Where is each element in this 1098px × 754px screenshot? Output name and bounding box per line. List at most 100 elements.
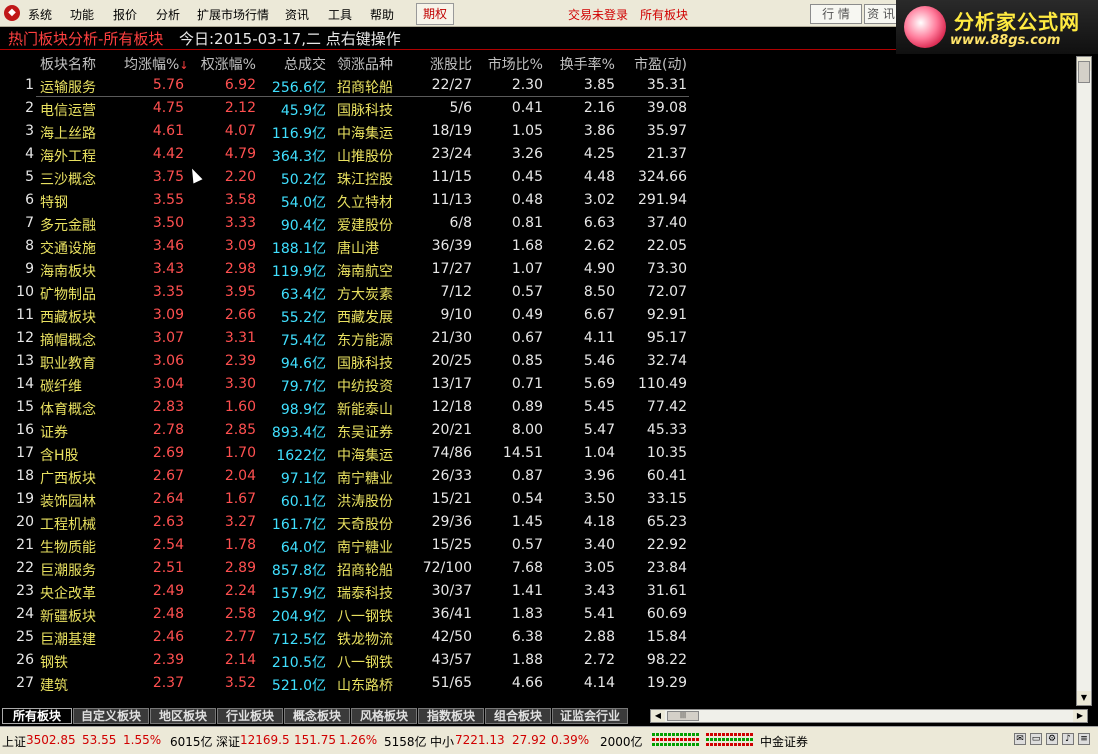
table-row[interactable]: 7 多元金融 3.50 3.33 90.4亿 爱建股份 6/8 0.81 6.63 37.40 xyxy=(0,212,1076,235)
leading-stock[interactable]: 爱建股份 xyxy=(337,215,393,235)
leading-stock[interactable]: 中海集运 xyxy=(337,123,393,143)
col-header-weighted-change[interactable]: 权涨幅% xyxy=(186,54,256,74)
leading-stock[interactable]: 南宁糖业 xyxy=(337,468,393,488)
tab-concept-sectors[interactable]: 概念板块 xyxy=(284,708,350,724)
leading-stock[interactable]: 新能泰山 xyxy=(337,399,393,419)
leading-stock[interactable]: 东方能源 xyxy=(337,330,393,350)
leading-stock[interactable]: 珠江控股 xyxy=(337,169,393,189)
sector-name[interactable]: 海南板块 xyxy=(40,261,96,281)
leading-stock[interactable]: 山东路桥 xyxy=(337,675,393,695)
menu-news[interactable]: 资讯 xyxy=(285,6,309,23)
settings-icon[interactable]: ⚙ xyxy=(1046,733,1058,745)
sector-name[interactable]: 生物质能 xyxy=(40,537,96,557)
scroll-down-icon[interactable]: ▼ xyxy=(1077,691,1091,705)
trade-login-link[interactable]: 交易未登录 xyxy=(568,6,628,23)
col-header-volume[interactable]: 总成交 xyxy=(258,54,326,74)
sector-name[interactable]: 运输服务 xyxy=(40,77,96,97)
leading-stock[interactable]: 天奇股份 xyxy=(337,514,393,534)
sector-name[interactable]: 西藏板块 xyxy=(40,307,96,327)
sh-index[interactable]: 3502.85 xyxy=(26,733,76,747)
tab-custom-sectors[interactable]: 自定义板块 xyxy=(73,708,149,724)
menu-tools[interactable]: 工具 xyxy=(328,6,352,23)
table-row[interactable]: 4 海外工程 4.42 4.79 364.3亿 山推股份 23/24 3.26 4.25 21.3… xyxy=(0,143,1076,166)
menu-function[interactable]: 功能 xyxy=(70,6,94,23)
table-row[interactable]: 25 巨潮基建 2.46 2.77 712.5亿 铁龙物流 42/50 6.38 2.88 15.… xyxy=(0,626,1076,649)
sector-name[interactable]: 三沙概念 xyxy=(40,169,96,189)
col-header-pe[interactable]: 市盈(动) xyxy=(617,54,687,74)
menu-analysis[interactable]: 分析 xyxy=(156,6,180,23)
leading-stock[interactable]: 洪涛股份 xyxy=(337,491,393,511)
zx-index[interactable]: 7221.13 xyxy=(455,733,505,747)
sector-name[interactable]: 含H股 xyxy=(40,445,79,465)
table-row[interactable]: 24 新疆板块 2.48 2.58 204.9亿 八一钢铁 36/41 1.83 5.41 60.… xyxy=(0,603,1076,626)
sector-name[interactable]: 建筑 xyxy=(40,675,68,695)
table-row[interactable]: 16 证券 2.78 2.85 893.4亿 东吴证券 20/21 8.00 5.47 45.33 xyxy=(0,419,1076,442)
table-row[interactable]: 5 三沙概念 3.75 2.20 50.2亿 珠江控股 11/15 0.45 4.48 324.6… xyxy=(0,166,1076,189)
tab-index-sectors[interactable]: 指数板块 xyxy=(418,708,484,724)
sector-name[interactable]: 巨潮基建 xyxy=(40,629,96,649)
menu-extended-market[interactable]: 扩展市场行情 xyxy=(197,6,269,23)
sector-name[interactable]: 交通设施 xyxy=(40,238,96,258)
window-icon[interactable]: ▭ xyxy=(1030,733,1042,745)
menu-system[interactable]: 系统 xyxy=(28,6,52,23)
table-row[interactable]: 21 生物质能 2.54 1.78 64.0亿 南宁糖业 15/25 0.57 3.40 22.9… xyxy=(0,534,1076,557)
sound-icon[interactable]: ♪ xyxy=(1062,733,1074,745)
leading-stock[interactable]: 八一钢铁 xyxy=(337,606,393,626)
leading-stock[interactable]: 中海集运 xyxy=(337,445,393,465)
menu-quote[interactable]: 报价 xyxy=(113,6,137,23)
leading-stock[interactable]: 南宁糖业 xyxy=(337,537,393,557)
col-header-market-ratio[interactable]: 市场比% xyxy=(473,54,543,74)
sector-name[interactable]: 体育概念 xyxy=(40,399,96,419)
tab-csrc-industry[interactable]: 证监会行业 xyxy=(552,708,628,724)
sector-name[interactable]: 巨潮服务 xyxy=(40,560,96,580)
sector-name[interactable]: 海上丝路 xyxy=(40,123,96,143)
sector-name[interactable]: 广西板块 xyxy=(40,468,96,488)
vertical-scrollbar[interactable]: ▲ ▼ xyxy=(1076,56,1092,706)
table-row[interactable]: 20 工程机械 2.63 3.27 161.7亿 天奇股份 29/36 1.45 4.18 65.… xyxy=(0,511,1076,534)
table-row[interactable]: 11 西藏板块 3.09 2.66 55.2亿 西藏发展 9/10 0.49 6.67 92.91 xyxy=(0,304,1076,327)
table-row[interactable]: 8 交通设施 3.46 3.09 188.1亿 唐山港 36/39 1.68 2.62 22.05 xyxy=(0,235,1076,258)
leading-stock[interactable]: 久立特材 xyxy=(337,192,393,212)
leading-stock[interactable]: 西藏发展 xyxy=(337,307,393,327)
sector-name[interactable]: 摘帽概念 xyxy=(40,330,96,350)
leading-stock[interactable]: 铁龙物流 xyxy=(337,629,393,649)
table-row[interactable]: 19 装饰园林 2.64 1.67 60.1亿 洪涛股份 15/21 0.54 3.50 33.1… xyxy=(0,488,1076,511)
table-row[interactable]: 3 海上丝路 4.61 4.07 116.9亿 中海集运 18/19 1.05 3.86 35.9… xyxy=(0,120,1076,143)
leading-stock[interactable]: 山推股份 xyxy=(337,146,393,166)
sector-name[interactable]: 新疆板块 xyxy=(40,606,96,626)
tab-all-sectors[interactable]: 所有板块 xyxy=(2,708,72,724)
sector-name[interactable]: 特钢 xyxy=(40,192,68,212)
table-row[interactable]: 17 含H股 2.69 1.70 1622亿 中海集运 74/86 14.51 1.04 10.3… xyxy=(0,442,1076,465)
sector-name[interactable]: 海外工程 xyxy=(40,146,96,166)
col-header-name[interactable]: 板块名称 xyxy=(40,54,96,74)
leading-stock[interactable]: 方大炭素 xyxy=(337,284,393,304)
sector-name[interactable]: 证券 xyxy=(40,422,68,442)
table-row[interactable]: 1 运输服务 5.76 6.92 256.6亿 招商轮船 22/27 2.30 3.85 35.3… xyxy=(0,74,1076,97)
options-button[interactable]: 期权 xyxy=(416,3,454,25)
sector-name[interactable]: 职业教育 xyxy=(40,353,96,373)
leading-stock[interactable]: 招商轮船 xyxy=(337,560,393,580)
sector-name[interactable]: 多元金融 xyxy=(40,215,96,235)
table-row[interactable]: 13 职业教育 3.06 2.39 94.6亿 国脉科技 20/25 0.85 5.46 32.7… xyxy=(0,350,1076,373)
app-logo-icon[interactable]: ◆ xyxy=(4,5,20,21)
sector-name[interactable]: 电信运营 xyxy=(40,100,96,120)
table-row[interactable]: 14 碳纤维 3.04 3.30 79.7亿 中纺投资 13/17 0.71 5.69 110.4… xyxy=(0,373,1076,396)
horizontal-scrollbar[interactable]: ◀ ||| ▶ xyxy=(650,709,1088,723)
all-sectors-link[interactable]: 所有板块 xyxy=(640,6,688,23)
col-header-turnover[interactable]: 换手率% xyxy=(545,54,615,74)
info-button[interactable]: 资 讯 xyxy=(864,4,898,24)
hscroll-thumb[interactable]: ||| xyxy=(667,711,699,721)
tab-region-sectors[interactable]: 地区板块 xyxy=(150,708,216,724)
sector-name[interactable]: 央企改革 xyxy=(40,583,96,603)
leading-stock[interactable]: 国脉科技 xyxy=(337,100,393,120)
tab-industry-sectors[interactable]: 行业板块 xyxy=(217,708,283,724)
table-row[interactable]: 18 广西板块 2.67 2.04 97.1亿 南宁糖业 26/33 0.87 3.96 60.4… xyxy=(0,465,1076,488)
table-row[interactable]: 15 体育概念 2.83 1.60 98.9亿 新能泰山 12/18 0.89 5.45 77.4… xyxy=(0,396,1076,419)
leading-stock[interactable]: 唐山港 xyxy=(337,238,379,258)
table-row[interactable]: 12 摘帽概念 3.07 3.31 75.4亿 东方能源 21/30 0.67 4.11 95.1… xyxy=(0,327,1076,350)
sz-index[interactable]: 12169.5 xyxy=(240,733,290,747)
leading-stock[interactable]: 招商轮船 xyxy=(337,77,393,97)
table-row[interactable]: 10 矿物制品 3.35 3.95 63.4亿 方大炭素 7/12 0.57 8.50 72.07 xyxy=(0,281,1076,304)
message-icon[interactable]: ✉ xyxy=(1014,733,1026,745)
tab-combo-sectors[interactable]: 组合板块 xyxy=(485,708,551,724)
